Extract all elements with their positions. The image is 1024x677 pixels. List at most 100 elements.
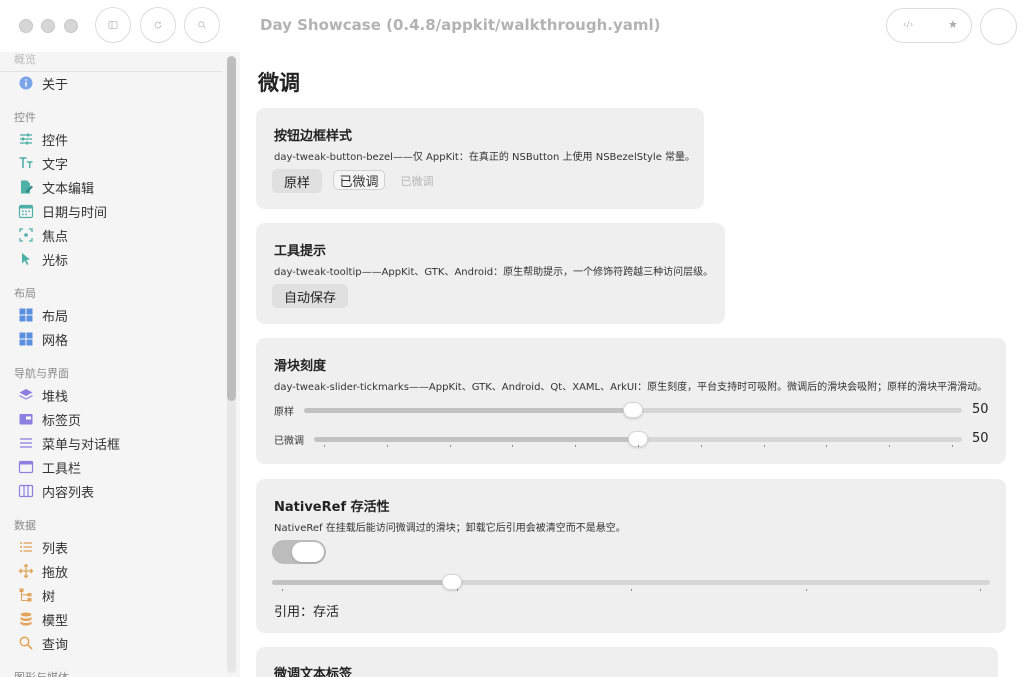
slider-tick-mark <box>952 445 953 447</box>
sidebar-item-text[interactable]: 文字 <box>18 152 68 174</box>
card-tooltip: 工具提示 day-tweak-tooltip——AppKit、GTK、Andro… <box>256 223 725 324</box>
autosave-button[interactable]: 自动保存 <box>272 284 348 308</box>
edit-icon <box>18 179 34 195</box>
card-description: day-tweak-button-bezel——仅 AppKit：在真正的 NS… <box>274 152 696 163</box>
sidebar-icon <box>108 21 118 29</box>
sidebar-item-stack[interactable]: 堆栈 <box>18 384 68 406</box>
sidebar-item-cursor[interactable]: 光标 <box>18 248 68 270</box>
sidebar-item-about[interactable]: 关于 <box>18 72 68 94</box>
main-content: 微调 按钮边框样式 day-tweak-button-bezel——仅 AppK… <box>240 52 1024 677</box>
slider-tick-mark <box>980 589 981 591</box>
card-tweak-text-label: 微调文本标签 <box>256 647 998 677</box>
search-icon <box>198 21 206 29</box>
sidebar-item-query[interactable]: 查询 <box>18 632 68 654</box>
sidebar-item-tabs[interactable]: 标签页 <box>18 408 81 430</box>
sidebar-toggle-button[interactable] <box>95 7 131 43</box>
toggle-knob <box>292 542 324 562</box>
stack-icon <box>18 387 34 403</box>
sidebar-item-model[interactable]: 模型 <box>18 608 68 630</box>
tabs-icon <box>18 411 34 427</box>
cursor-icon <box>18 251 34 267</box>
slider-tick-mark <box>386 445 388 447</box>
tweaked-disabled-button: 已微调 <box>400 175 434 188</box>
query-icon <box>18 635 34 651</box>
tweaked-button[interactable]: 已微调 <box>333 170 385 190</box>
sidebar-item-content-list[interactable]: 内容列表 <box>18 480 94 502</box>
card-slider-tickmarks: 滑块刻度 day-tweak-slider-tickmarks——AppKit、… <box>256 338 1006 464</box>
search-button[interactable] <box>184 7 220 43</box>
sidebar-item-toolbar[interactable]: 工具栏 <box>18 456 81 478</box>
sidebar-item-focus[interactable]: 焦点 <box>18 224 68 246</box>
slider-tick-mark <box>805 589 807 591</box>
scrollbar-thumb[interactable] <box>227 56 236 401</box>
nativeref-toggle[interactable] <box>272 540 326 564</box>
zoom-window-button[interactable] <box>64 19 78 33</box>
sidebar-item-layout[interactable]: 布局 <box>18 304 68 326</box>
sidebar-item-grid[interactable]: 网格 <box>18 328 68 350</box>
slider-value: 50 <box>972 431 989 446</box>
columns-icon <box>18 483 34 499</box>
slider-label: 原样 <box>274 407 294 418</box>
sidebar-item-tree[interactable]: 树 <box>18 584 55 606</box>
original-slider-thumb[interactable] <box>623 402 643 418</box>
slider-tick-mark <box>456 589 458 591</box>
toolbar-icon <box>18 459 34 475</box>
toolbar-pill[interactable]: ‹/› ★ <box>886 8 972 43</box>
title-bar: Day Showcase (0.4.8/appkit/walkthrough.y… <box>0 0 1024 52</box>
focus-icon <box>18 227 34 243</box>
reference-status: 引用：存活 <box>274 605 340 620</box>
code-icon[interactable]: ‹/› <box>903 20 913 30</box>
close-window-button[interactable] <box>19 19 33 33</box>
sidebar-item-controls[interactable]: 控件 <box>18 128 68 150</box>
slider-tick-mark <box>575 445 577 447</box>
minimize-window-button[interactable] <box>41 19 55 33</box>
sidebar-section-title: 布局 <box>14 287 36 300</box>
sliders-icon <box>18 131 34 147</box>
slider-tick-mark <box>638 445 639 447</box>
star-icon[interactable]: ★ <box>948 18 958 31</box>
slider-value: 50 <box>972 402 989 417</box>
sidebar-item-list[interactable]: 列表 <box>18 536 68 558</box>
slider-tick-mark <box>889 445 891 447</box>
original-button[interactable]: 原样 <box>272 169 322 193</box>
slider-tick-mark <box>324 445 325 447</box>
menu-icon <box>18 435 34 451</box>
nativeref-slider-thumb[interactable] <box>441 574 462 590</box>
sidebar-section-title: 控件 <box>14 111 36 124</box>
card-description: NativeRef 在挂载后能访问微调过的滑块；卸载它后引用会被清空而不是悬空。 <box>274 523 626 534</box>
slider-tick-mark <box>763 445 765 447</box>
sidebar-scrollbar[interactable] <box>227 56 236 673</box>
tree-icon <box>18 587 34 603</box>
sidebar-item-menus-dialogs[interactable]: 菜单与对话框 <box>18 432 120 454</box>
card-button-bezel: 按钮边框样式 day-tweak-button-bezel——仅 AppKit：… <box>256 108 704 209</box>
window-title: Day Showcase (0.4.8/appkit/walkthrough.y… <box>260 16 661 34</box>
slider-tick-mark <box>512 445 514 447</box>
slider-tick-mark <box>631 589 632 591</box>
sidebar-section-title: 图形与媒体 <box>14 669 69 677</box>
nativeref-slider-track[interactable] <box>272 580 990 585</box>
info-icon <box>18 75 34 91</box>
refresh-icon <box>154 21 162 29</box>
card-description: day-tweak-tooltip——AppKit、GTK、Android：原生… <box>274 267 714 278</box>
card-title: 微调文本标签 <box>274 667 353 677</box>
slider-tick-mark <box>282 589 283 591</box>
page-title: 微调 <box>258 71 300 95</box>
card-description: day-tweak-slider-tickmarks——AppKit、GTK、A… <box>274 382 988 393</box>
text-icon <box>18 155 34 171</box>
sidebar-section-title: 导航与界面 <box>14 367 69 380</box>
card-title: NativeRef 存活性 <box>274 500 390 515</box>
sidebar-item-date-time[interactable]: 日期与时间 <box>18 200 107 222</box>
sidebar-section-title: 概览 <box>14 53 36 66</box>
sidebar: 概览 关于 控件 控件 文字 文本编辑 日期与时间 焦点 光标 布局 布局 网格… <box>0 52 240 677</box>
toolbar-circle-button[interactable] <box>980 8 1017 45</box>
card-title: 工具提示 <box>274 244 327 259</box>
list-icon <box>18 539 34 555</box>
card-title: 按钮边框样式 <box>274 129 353 144</box>
sidebar-item-text-editing[interactable]: 文本编辑 <box>18 176 94 198</box>
database-icon <box>18 611 34 627</box>
calendar-icon <box>18 203 34 219</box>
sidebar-item-drag-drop[interactable]: 拖放 <box>18 560 68 582</box>
refresh-button[interactable] <box>140 7 176 43</box>
slider-tick-mark <box>449 445 451 447</box>
slider-tick-mark <box>700 445 702 447</box>
